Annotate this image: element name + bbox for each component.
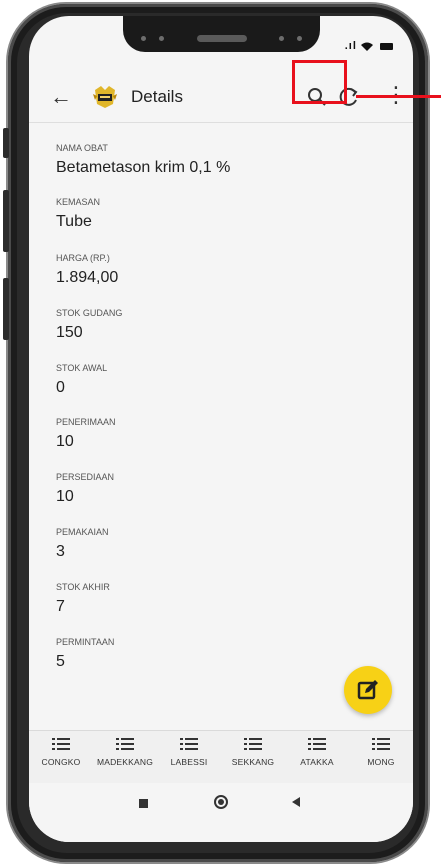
nav-label: ATAKKA xyxy=(300,757,334,767)
list-icon xyxy=(180,738,198,750)
field-label: PEMAKAIAN xyxy=(56,527,109,537)
field-label: STOK GUDANG xyxy=(56,308,123,318)
field-harga: HARGA (Rp.) 1.894,00 xyxy=(56,253,118,287)
edit-fab-button[interactable] xyxy=(344,666,392,714)
page-title: Details xyxy=(131,87,183,106)
nav-label: LABESSI xyxy=(170,757,208,767)
field-stok-akhir: STOK AKHIR 7 xyxy=(56,582,110,616)
notch xyxy=(123,16,320,52)
field-label: PERSEDIAAN xyxy=(56,472,115,482)
field-pemakaian: PEMAKAIAN 3 xyxy=(56,527,109,561)
arrow-left-icon[interactable]: ← xyxy=(50,84,72,110)
field-value: Betametason krim 0,1 % xyxy=(56,159,231,176)
home-icon[interactable] xyxy=(214,795,228,809)
speaker-grille xyxy=(197,35,247,42)
signal-icon: .ıl xyxy=(344,40,357,52)
field-label: PERMINTAAN xyxy=(56,637,115,647)
field-label: NAMA OBAT xyxy=(56,143,108,153)
field-label: PENERIMAAN xyxy=(56,417,116,427)
field-stok-awal: STOK AWAL 0 xyxy=(56,363,107,397)
recents-icon[interactable] xyxy=(139,799,148,808)
field-stok-gudang: STOK GUDANG 150 xyxy=(56,308,122,342)
field-value: 7 xyxy=(56,598,65,615)
system-back-icon[interactable] xyxy=(292,797,300,807)
notch-dot xyxy=(159,36,164,41)
field-label: STOK AWAL xyxy=(56,363,108,373)
list-icon xyxy=(244,738,262,750)
nav-label: MONG xyxy=(367,757,395,767)
nav-label: SEKKANG xyxy=(231,757,275,767)
nav-item-sekkang[interactable]: SEKKANG xyxy=(221,737,285,767)
field-value: 3 xyxy=(56,543,65,560)
nav-item-atakka[interactable]: ATAKKA xyxy=(285,737,349,767)
app-logo-icon xyxy=(93,86,117,108)
edit-icon xyxy=(357,680,378,700)
field-label: HARGA (Rp.) xyxy=(56,253,110,263)
nav-label: CONGKO xyxy=(41,757,81,767)
field-persediaan: PERSEDIAAN 10 xyxy=(56,472,114,506)
list-icon xyxy=(52,738,70,750)
list-icon xyxy=(116,738,134,750)
app-bar: ← Details ⋮ xyxy=(29,74,413,123)
annotation-pointer-line xyxy=(356,95,441,98)
field-value: 0 xyxy=(56,379,65,396)
annotation-highlight-box xyxy=(292,60,347,104)
field-value: 10 xyxy=(56,433,74,450)
status-icons: .ıl xyxy=(345,40,393,52)
bottom-navigation: CONGKO MADEKKANG LABESSI SEKKANG ATAKKA … xyxy=(29,730,413,783)
nav-item-madekkang[interactable]: MADEKKANG xyxy=(93,737,157,767)
wifi-icon xyxy=(360,42,373,51)
list-icon xyxy=(372,738,390,750)
field-label: STOK AKHIR xyxy=(56,582,110,592)
field-value: 5 xyxy=(56,653,65,670)
field-kemasan: KEMASAN Tube xyxy=(56,197,100,231)
screen: .ıl ← Details ⋮ NAMA OBAT Betametason kr… xyxy=(29,16,413,842)
nav-item-mong[interactable]: MONG xyxy=(349,737,413,767)
notch-dot xyxy=(297,36,302,41)
nav-label: MADEKKANG xyxy=(96,757,154,767)
mute-switch xyxy=(3,128,9,158)
field-permintaan: PERMINTAAN 5 xyxy=(56,637,114,671)
field-value: Tube xyxy=(56,213,92,230)
notch-dot xyxy=(279,36,284,41)
field-nama-obat: NAMA OBAT Betametason krim 0,1 % xyxy=(56,143,230,177)
volume-up-button xyxy=(3,190,9,252)
list-icon xyxy=(308,738,326,750)
field-value: 150 xyxy=(56,324,83,341)
volume-down-button xyxy=(3,278,9,340)
field-value: 1.894,00 xyxy=(56,269,119,286)
nav-item-labessi[interactable]: LABESSI xyxy=(157,737,221,767)
battery-icon xyxy=(380,42,393,50)
system-navigation-bar xyxy=(29,784,413,842)
nav-item-congko[interactable]: CONGKO xyxy=(29,737,93,767)
field-penerimaan: PENERIMAAN 10 xyxy=(56,417,116,451)
notch-dot xyxy=(141,36,146,41)
field-value: 10 xyxy=(56,488,74,505)
field-label: KEMASAN xyxy=(56,197,101,207)
